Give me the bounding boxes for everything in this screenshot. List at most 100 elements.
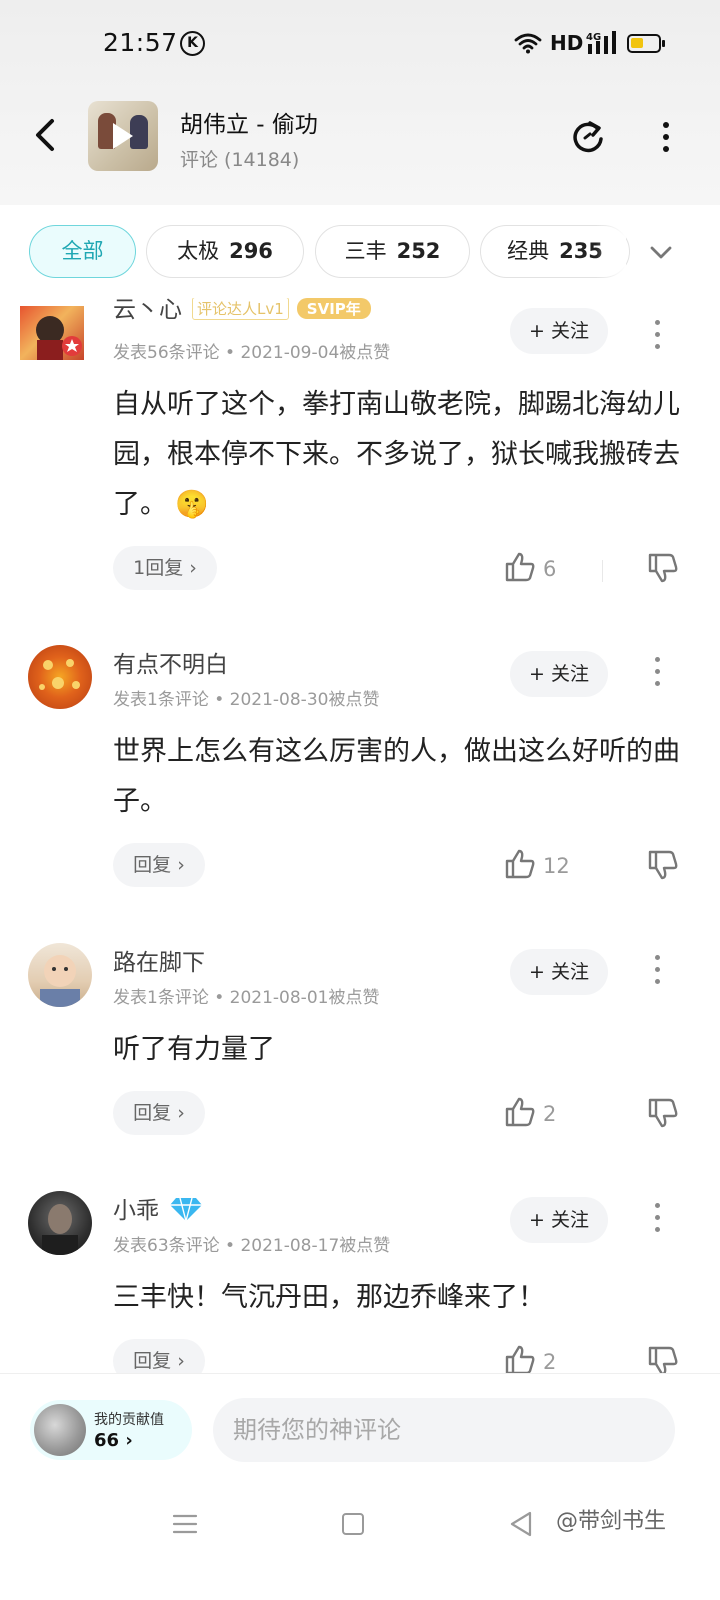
follow-button[interactable]: + 关注 <box>510 651 608 697</box>
watermark: @带剑书生 <box>556 1509 667 1534</box>
follow-button[interactable]: + 关注 <box>510 1197 608 1243</box>
hd-label: HD <box>550 31 584 55</box>
signal-icon: 4G <box>586 31 616 54</box>
contribution-button[interactable]: 我的贡献值 66 › <box>30 1400 192 1460</box>
filter-chip-all[interactable]: 全部 <box>29 225 136 278</box>
like-button[interactable]: 6 <box>503 550 593 590</box>
comment-more-icon[interactable] <box>650 1203 664 1237</box>
back-button[interactable] <box>28 113 64 157</box>
filter-chip-taiji[interactable]: 太极 296 <box>146 225 304 278</box>
thumbs-down-icon[interactable] <box>646 1096 680 1130</box>
avatar[interactable] <box>28 943 92 1007</box>
user-avatar <box>34 1404 86 1456</box>
avatar[interactable] <box>28 645 92 709</box>
reply-button[interactable]: 回复 › <box>113 843 205 887</box>
follow-button[interactable]: + 关注 <box>510 308 608 354</box>
filter-chip-sanfeng[interactable]: 三丰 252 <box>315 225 470 278</box>
like-button[interactable]: 12 <box>503 847 593 887</box>
comment-input-bar: 我的贡献值 66 › 期待您的神评论 <box>0 1373 720 1483</box>
reply-button[interactable]: 回复 › <box>113 1091 205 1135</box>
comment-filter-bar: 全部 太极 296 三丰 252 经典 235 <box>0 205 720 300</box>
comment-more-icon[interactable] <box>650 320 664 354</box>
comment-username[interactable]: 云丶心 评论达人Lv1 SVIP年 <box>113 298 371 324</box>
username-text: 云丶心 <box>113 298 182 323</box>
refresh-icon[interactable] <box>568 117 608 157</box>
song-header: 胡伟立 - 偷功 评论 (14184) <box>0 95 720 185</box>
comment-count: 评论 (14184) <box>180 149 300 171</box>
follow-label: + 关注 <box>529 663 589 685</box>
like-button[interactable]: 2 <box>503 1343 593 1373</box>
menu-icon[interactable] <box>172 1513 198 1535</box>
status-time: 21:57 <box>103 28 178 57</box>
like-button[interactable]: 2 <box>503 1095 593 1135</box>
wifi-icon <box>514 33 542 54</box>
k-app-icon: K <box>180 31 205 56</box>
comment-username[interactable]: 小乖 <box>113 1191 203 1225</box>
reply-button[interactable]: 回复 › <box>113 1339 205 1373</box>
username-text: 小乖 <box>113 1198 159 1224</box>
like-count: 12 <box>543 854 570 878</box>
reply-label: 回复 <box>133 1102 172 1124</box>
avatar-image <box>40 955 80 1007</box>
avatar-image <box>39 659 80 690</box>
avatar[interactable] <box>28 1191 92 1255</box>
reply-label: 回复 <box>133 854 172 876</box>
comment-input[interactable]: 期待您的神评论 <box>213 1398 675 1462</box>
shush-emoji-icon: 🤫 <box>175 489 209 520</box>
like-count: 6 <box>543 557 557 581</box>
back-triangle-icon[interactable] <box>508 1510 534 1538</box>
contribution-label: 我的贡献值 <box>94 1412 164 1428</box>
follow-label: + 关注 <box>529 320 589 342</box>
comment-meta: 发表1条评论 • 2021-08-01被点赞 <box>113 988 380 1008</box>
filter-chip-label: 三丰 <box>344 239 387 263</box>
comment-text: 自从听了这个，拳打南山敬老院，脚踢北海幼儿园，根本停不下来。不多说了，狱长喊我搬… <box>113 380 685 530</box>
divider <box>602 560 603 582</box>
thumbs-up-icon <box>505 1345 535 1373</box>
thumbs-down-icon[interactable] <box>646 551 680 585</box>
avatar-image <box>42 1204 78 1255</box>
follow-label: + 关注 <box>529 961 589 983</box>
battery-icon <box>627 34 661 53</box>
diamond-icon <box>170 1197 202 1222</box>
song-title: 胡伟立 - 偷功 <box>180 112 318 138</box>
comment-meta: 发表1条评论 • 2021-08-30被点赞 <box>113 690 380 710</box>
svip-badge: SVIP年 <box>296 298 371 319</box>
battery-level <box>631 38 643 48</box>
filter-chip-label: 全部 <box>61 239 104 263</box>
commenter-level-badge: 评论达人Lv1 <box>192 298 289 320</box>
thumbs-down-icon[interactable] <box>646 1344 680 1373</box>
thumbs-up-icon <box>505 849 535 879</box>
follow-button[interactable]: + 关注 <box>510 949 608 995</box>
chip-fade <box>596 225 626 281</box>
album-art[interactable] <box>88 101 158 171</box>
comment-meta: 发表63条评论 • 2021-08-17被点赞 <box>113 1236 391 1256</box>
comment-text: 世界上怎么有这么厉害的人，做出这么好听的曲子。 <box>113 736 680 817</box>
filter-chip-label: 太极 <box>177 239 220 263</box>
like-count: 2 <box>543 1350 557 1373</box>
reply-button[interactable]: 1回复 › <box>113 546 217 590</box>
avatar[interactable] <box>20 306 84 360</box>
thumbs-down-icon[interactable] <box>646 848 680 882</box>
comment-list: 云丶心 评论达人Lv1 SVIP年 发表56条评论 • 2021-09-04被点赞 … <box>0 298 720 1373</box>
comment-username[interactable]: 路在脚下 <box>113 943 205 977</box>
filter-chip-label: 经典 <box>507 239 550 263</box>
battery-tip <box>662 40 665 47</box>
system-nav-bar: @带剑书生 <box>0 1483 720 1600</box>
play-icon <box>113 123 133 149</box>
home-icon[interactable] <box>342 1513 364 1535</box>
status-bar: 21:57 K HD 4G <box>0 0 720 90</box>
comment-username[interactable]: 有点不明白 <box>113 645 228 679</box>
contribution-value: 66 › <box>94 1430 133 1451</box>
comment-more-icon[interactable] <box>650 657 664 691</box>
reply-label: 回复 <box>133 1350 172 1372</box>
comment-more-icon[interactable] <box>650 955 664 989</box>
thumbs-up-icon <box>505 1097 535 1127</box>
follow-label: + 关注 <box>529 1209 589 1231</box>
more-menu-icon[interactable] <box>655 117 677 157</box>
thumbs-up-icon <box>505 552 535 582</box>
filter-chip-count: 296 <box>229 239 273 263</box>
comment-text: 听了有力量了 <box>113 1034 275 1065</box>
chevron-down-icon[interactable] <box>646 237 676 267</box>
like-count: 2 <box>543 1102 557 1126</box>
comment-meta: 发表56条评论 • 2021-09-04被点赞 <box>113 343 391 363</box>
